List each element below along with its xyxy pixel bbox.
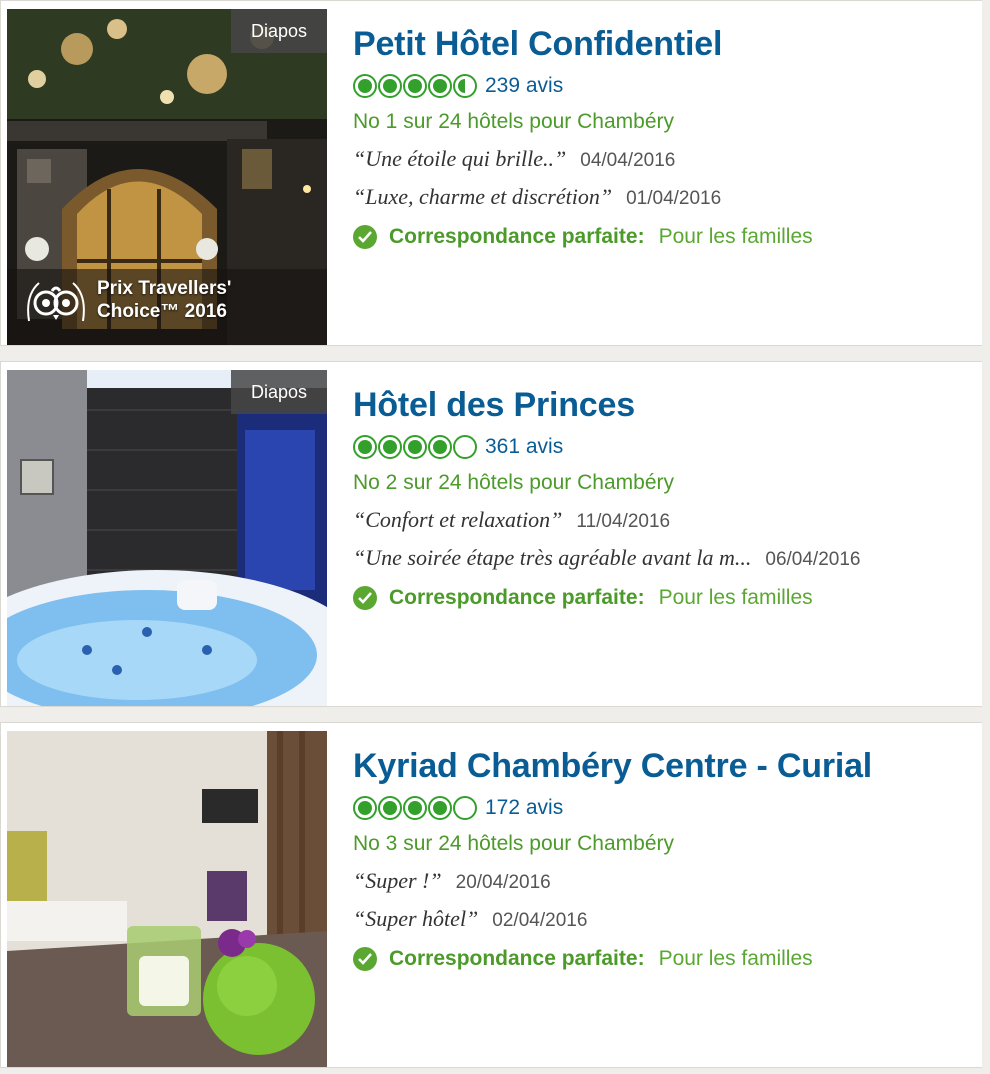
bubble-empty-icon [453, 435, 477, 459]
bubble-full-icon [378, 74, 402, 98]
review-snippet: “Luxe, charme et discrétion” 01/04/2016 [353, 179, 973, 217]
review-date: 20/04/2016 [455, 872, 551, 893]
award-line-1: Prix Travellers' [97, 278, 232, 299]
rating-row: 172 avis [353, 791, 973, 825]
rating-bubbles [353, 796, 477, 820]
rating-bubbles [353, 74, 477, 98]
hotel-name-link[interactable]: Hôtel des Princes [353, 382, 973, 428]
bubble-full-icon [353, 435, 377, 459]
slideshow-label: Diapos [250, 20, 308, 41]
bubble-full-icon [378, 435, 402, 459]
match-label: Correspondance parfaite: [389, 225, 645, 248]
review-count-link[interactable]: 172 avis [485, 796, 563, 820]
owl-logo-icon [25, 275, 87, 325]
slideshow-button[interactable]: Diapos [231, 9, 327, 53]
review-snippet: “Une étoile qui brille..” 04/04/2016 [353, 141, 973, 179]
hotel-info: Kyriad Chambéry Centre - Curial 172 avis… [353, 743, 973, 979]
checkmark-icon [353, 225, 377, 249]
slideshow-button[interactable]: Diapos [231, 370, 327, 414]
hotel-photo[interactable]: Diapos [7, 370, 327, 706]
review-quote-link[interactable]: “Super !” [353, 863, 442, 899]
review-quote-link[interactable]: “Super hôtel” [353, 901, 478, 937]
rating-bubbles [353, 435, 477, 459]
hotel-card: Diapos Prix Travellers' Choice™ 2016 Pet… [0, 0, 982, 346]
hotel-photo[interactable]: Diapos Prix Travellers' Choice™ 2016 [7, 9, 327, 345]
match-label: Correspondance parfaite: [389, 947, 645, 970]
rating-row: 239 avis [353, 69, 973, 103]
review-count-link[interactable]: 361 avis [485, 435, 563, 459]
checkmark-icon [353, 947, 377, 971]
spa-room-image [7, 370, 327, 706]
ranking-text: No 2 sur 24 hôtels pour Chambéry [353, 471, 674, 494]
review-quote-link[interactable]: “Luxe, charme et discrétion” [353, 179, 612, 215]
review-snippet: “Super !” 20/04/2016 [353, 863, 973, 901]
bubble-empty-icon [453, 796, 477, 820]
bubble-full-icon [403, 74, 427, 98]
ranking-text: No 3 sur 24 hôtels pour Chambéry [353, 832, 674, 855]
match-row: Correspondance parfaite: Pour les famill… [353, 217, 973, 257]
bubble-full-icon [353, 796, 377, 820]
review-snippet: “Confort et relaxation” 11/04/2016 [353, 502, 973, 540]
review-snippet: “Une soirée étape très agréable avant la… [353, 540, 973, 578]
hotel-info: Hôtel des Princes 361 avis No 2 sur 24 h… [353, 382, 973, 618]
award-line-2: Choice™ 2016 [97, 301, 227, 322]
review-quote-link[interactable]: “Confort et relaxation” [353, 502, 562, 538]
review-date: 11/04/2016 [576, 511, 671, 532]
hotel-card: Diapos Hôtel des Princes 361 avis No 2 s… [0, 361, 982, 707]
match-value: Pour les familles [658, 947, 813, 970]
hotel-room-image [7, 731, 327, 1067]
checkmark-icon [353, 586, 377, 610]
hotel-info: Petit Hôtel Confidentiel 239 avis No 1 s… [353, 21, 973, 257]
ranking-text: No 1 sur 24 hôtels pour Chambéry [353, 110, 674, 133]
bubble-full-icon [428, 435, 452, 459]
review-date: 06/04/2016 [765, 549, 861, 570]
bubble-full-icon [353, 74, 377, 98]
review-date: 01/04/2016 [626, 188, 722, 209]
bubble-full-icon [428, 796, 452, 820]
review-snippet: “Super hôtel” 02/04/2016 [353, 901, 973, 939]
hotel-name-link[interactable]: Petit Hôtel Confidentiel [353, 21, 973, 67]
bubble-full-icon [378, 796, 402, 820]
hotel-card: Kyriad Chambéry Centre - Curial 172 avis… [0, 722, 982, 1068]
match-label: Correspondance parfaite: [389, 586, 645, 609]
travellers-choice-badge: Prix Travellers' Choice™ 2016 [25, 275, 231, 325]
review-quote-link[interactable]: “Une étoile qui brille..” [353, 141, 566, 177]
match-value: Pour les familles [658, 586, 813, 609]
rating-row: 361 avis [353, 430, 973, 464]
hotel-photo[interactable] [7, 731, 327, 1067]
review-quote-link[interactable]: “Une soirée étape très agréable avant la… [353, 540, 751, 576]
match-row: Correspondance parfaite: Pour les famill… [353, 939, 973, 979]
slideshow-label: Diapos [250, 381, 308, 402]
review-date: 02/04/2016 [492, 910, 588, 931]
review-count-link[interactable]: 239 avis [485, 74, 563, 98]
match-row: Correspondance parfaite: Pour les famill… [353, 578, 973, 618]
bubble-half-icon [453, 74, 477, 98]
bubble-full-icon [403, 796, 427, 820]
hotel-name-link[interactable]: Kyriad Chambéry Centre - Curial [353, 743, 973, 789]
bubble-full-icon [403, 435, 427, 459]
match-value: Pour les familles [658, 225, 813, 248]
review-date: 04/04/2016 [580, 150, 676, 171]
bubble-full-icon [428, 74, 452, 98]
